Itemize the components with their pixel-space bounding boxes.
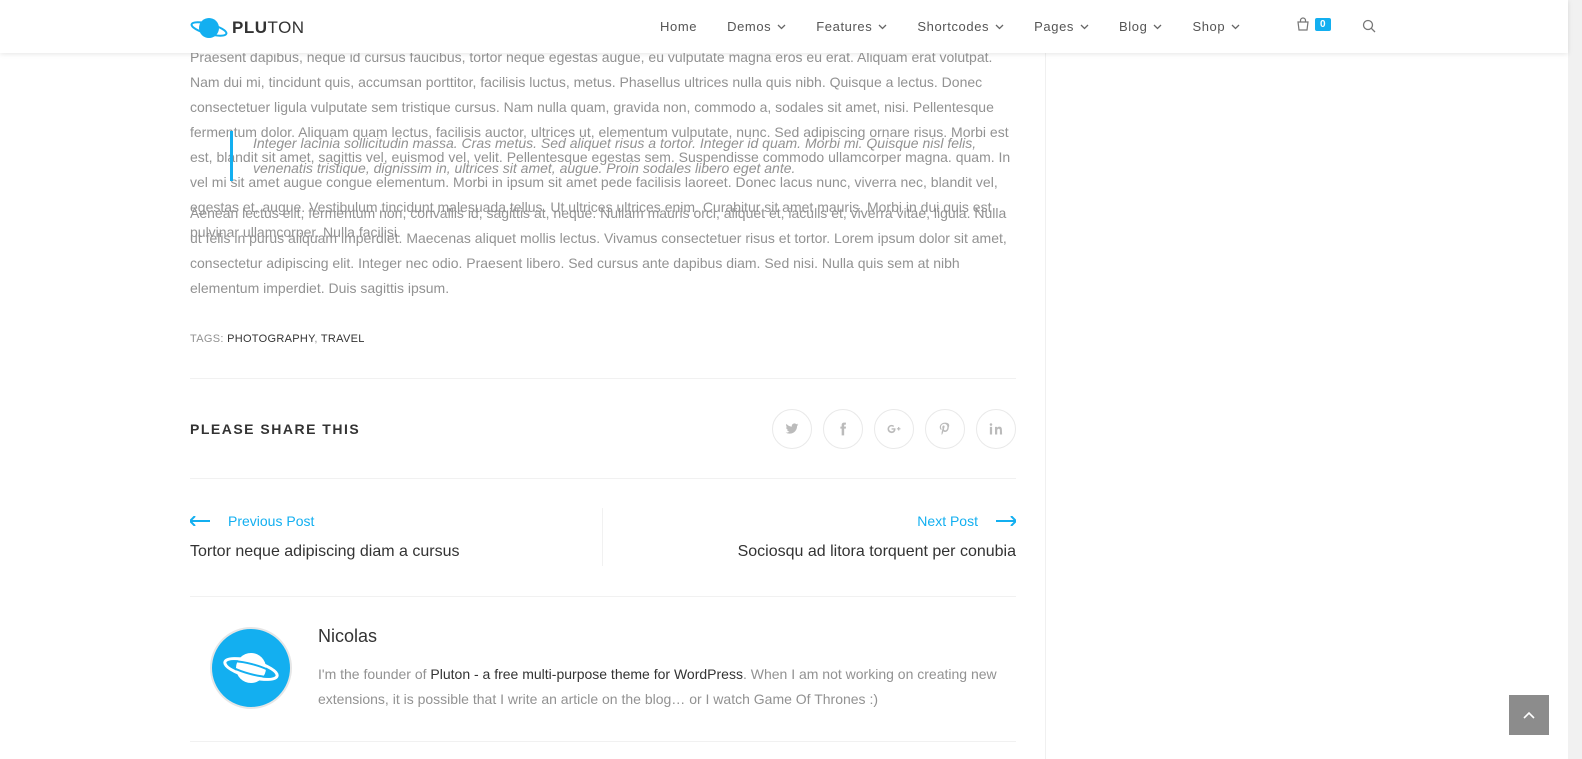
page-scrollbar[interactable] — [1568, 0, 1582, 759]
previous-post-label: Previous Post — [228, 513, 315, 529]
author-bio: I'm the founder of Pluton - a free multi… — [318, 662, 1018, 712]
menu-item-blog[interactable]: Blog — [1119, 19, 1162, 34]
menu-item-label: Shortcodes — [917, 19, 990, 34]
cart-button[interactable]: 0 — [1296, 17, 1331, 31]
planet-logo-icon — [190, 18, 228, 38]
search-button[interactable] — [1362, 19, 1376, 38]
google-plus-icon — [887, 424, 901, 434]
menu-item-demos[interactable]: Demos — [727, 19, 786, 34]
logo-text-light: TON — [267, 18, 305, 37]
divider — [190, 741, 1016, 742]
chevron-down-icon — [1080, 24, 1089, 29]
share-facebook-button[interactable] — [823, 409, 863, 449]
menu-item-label: Home — [660, 19, 698, 34]
author-name[interactable]: Nicolas — [318, 626, 377, 647]
chevron-down-icon — [1153, 24, 1162, 29]
author-avatar[interactable] — [210, 627, 292, 709]
cart-count-badge: 0 — [1315, 17, 1331, 31]
planet-icon — [223, 653, 279, 683]
pinterest-icon — [939, 422, 950, 435]
author-bio-intro: I'm the founder of — [318, 666, 431, 682]
menu-item-label: Pages — [1034, 19, 1075, 34]
post-nav-separator — [602, 508, 603, 566]
tag-link-photography[interactable]: PHOTOGRAPHY — [227, 333, 314, 345]
linkedin-icon — [989, 423, 1003, 435]
menu-item-shop[interactable]: Shop — [1192, 19, 1240, 34]
article-blockquote: Integer lacinia sollicitudin massa. Cras… — [230, 131, 993, 181]
menu-item-label: Features — [816, 19, 873, 34]
share-pinterest-button[interactable] — [925, 409, 965, 449]
share-linkedin-button[interactable] — [976, 409, 1016, 449]
scroll-to-top-button[interactable] — [1509, 695, 1549, 735]
menu-item-label: Demos — [727, 19, 772, 34]
chevron-down-icon — [878, 24, 887, 29]
menu-item-label: Blog — [1119, 19, 1148, 34]
site-header: PLUTON Home Demos Features Shortcodes Pa… — [0, 0, 1568, 53]
author-bio-link[interactable]: Pluton - a free multi-purpose theme for … — [430, 666, 743, 682]
logo-text-bold: PLU — [232, 18, 268, 37]
arrow-right-icon — [996, 516, 1016, 526]
divider — [190, 596, 1016, 597]
tag-separator: , — [314, 333, 318, 345]
next-post-title[interactable]: Sociosqu ad litora torquent per conubia — [738, 540, 1016, 564]
site-logo[interactable]: PLUTON — [190, 15, 305, 41]
menu-item-features[interactable]: Features — [816, 19, 887, 34]
shopping-bag-icon — [1297, 17, 1309, 31]
tag-link-travel[interactable]: TRAVEL — [321, 333, 365, 345]
divider — [190, 378, 1016, 379]
menu-item-shortcodes[interactable]: Shortcodes — [917, 19, 1004, 34]
post-tags: TAGS: PHOTOGRAPHY, TRAVEL — [190, 333, 365, 345]
share-title: PLEASE SHARE THIS — [190, 421, 361, 437]
next-post-link[interactable]: Next Post Sociosqu ad litora torquent pe… — [738, 508, 1016, 564]
sidebar-divider — [1045, 0, 1046, 759]
menu-item-pages[interactable]: Pages — [1034, 19, 1089, 34]
menu-item-home[interactable]: Home — [660, 19, 697, 34]
share-google-plus-button[interactable] — [874, 409, 914, 449]
chevron-down-icon — [777, 24, 786, 29]
arrow-left-icon — [190, 516, 210, 526]
previous-post-title[interactable]: Tortor neque adipiscing diam a cursus — [190, 540, 459, 564]
search-icon — [1362, 19, 1376, 33]
menu-item-label: Shop — [1192, 19, 1226, 34]
previous-post-link[interactable]: Previous Post Tortor neque adipiscing di… — [190, 508, 459, 564]
share-twitter-button[interactable] — [772, 409, 812, 449]
twitter-icon — [785, 423, 799, 434]
divider — [190, 478, 1016, 479]
post-navigation: Previous Post Tortor neque adipiscing di… — [190, 508, 1016, 566]
chevron-down-icon — [1231, 24, 1240, 29]
chevron-down-icon — [995, 24, 1004, 29]
share-buttons — [772, 409, 1016, 449]
main-menu: Home Demos Features Shortcodes Pages Blo… — [660, 0, 1270, 53]
next-post-label: Next Post — [917, 513, 978, 529]
article-paragraph: Aenean lectus elit, fermentum non, conva… — [190, 205, 1007, 296]
tags-label: TAGS: — [190, 333, 224, 345]
facebook-icon — [840, 422, 847, 436]
chevron-up-icon — [1523, 711, 1535, 719]
